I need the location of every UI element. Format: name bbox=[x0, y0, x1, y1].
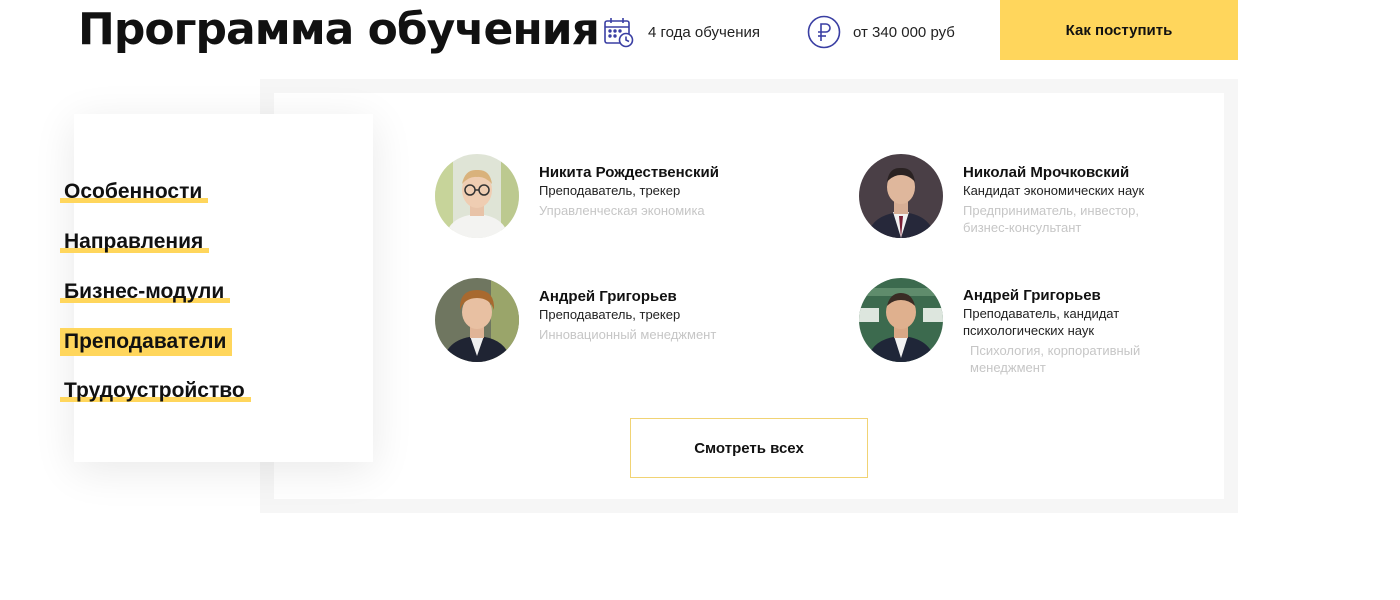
teacher-role: Кандидат экономических наук bbox=[963, 183, 1145, 198]
nav-item-label: Направления bbox=[64, 230, 204, 253]
nav-item-employment[interactable]: Трудоустройство bbox=[60, 379, 251, 403]
nav-item-label: Особенности bbox=[64, 180, 203, 203]
teacher-name: Андрей Григорьев bbox=[539, 288, 677, 305]
nav-item-label: Преподаватели bbox=[64, 330, 227, 353]
teacher-avatar bbox=[859, 278, 943, 362]
teacher-name: Николай Мрочковский bbox=[963, 164, 1130, 181]
view-all-button[interactable]: Смотреть всех bbox=[630, 418, 868, 478]
nav-item-directions[interactable]: Направления bbox=[60, 230, 210, 254]
teacher-name: Никита Рождественский bbox=[539, 164, 719, 181]
page-title: Программа обучения bbox=[78, 4, 600, 55]
nav-item-teachers[interactable]: Преподаватели bbox=[60, 328, 233, 356]
teacher-role: Преподаватель, трекер bbox=[539, 183, 681, 198]
duration-info: 4 года обучения bbox=[602, 14, 760, 50]
ruble-icon bbox=[807, 15, 841, 49]
calendar-clock-icon bbox=[602, 15, 636, 49]
teacher-field: Предприниматель, инвестор, бизнес-консул… bbox=[963, 203, 1139, 235]
teacher-role: Преподаватель, кандидат психологических … bbox=[963, 306, 1120, 338]
nav-item-label: Трудоустройство bbox=[64, 379, 245, 402]
nav-item-business-modules[interactable]: Бизнес-модули bbox=[60, 280, 231, 304]
teacher-field: Управленческая экономика bbox=[539, 203, 705, 218]
apply-button[interactable]: Как поступить bbox=[1000, 0, 1238, 60]
teacher-avatar bbox=[859, 154, 943, 238]
teacher-avatar bbox=[435, 154, 519, 238]
nav-item-label: Бизнес-модули bbox=[64, 280, 225, 303]
teacher-role: Преподаватель, трекер bbox=[539, 307, 681, 322]
teacher-avatar bbox=[435, 278, 519, 362]
teacher-name: Андрей Григорьев bbox=[963, 287, 1101, 304]
price-text: от 340 000 руб bbox=[853, 23, 955, 41]
price-info: от 340 000 руб bbox=[807, 14, 955, 50]
duration-text: 4 года обучения bbox=[648, 23, 760, 41]
teacher-field: Инновационный менеджмент bbox=[539, 327, 717, 342]
nav-item-features[interactable]: Особенности bbox=[60, 180, 209, 204]
teacher-field: Психология, корпоративный менеджмент bbox=[970, 343, 1141, 375]
